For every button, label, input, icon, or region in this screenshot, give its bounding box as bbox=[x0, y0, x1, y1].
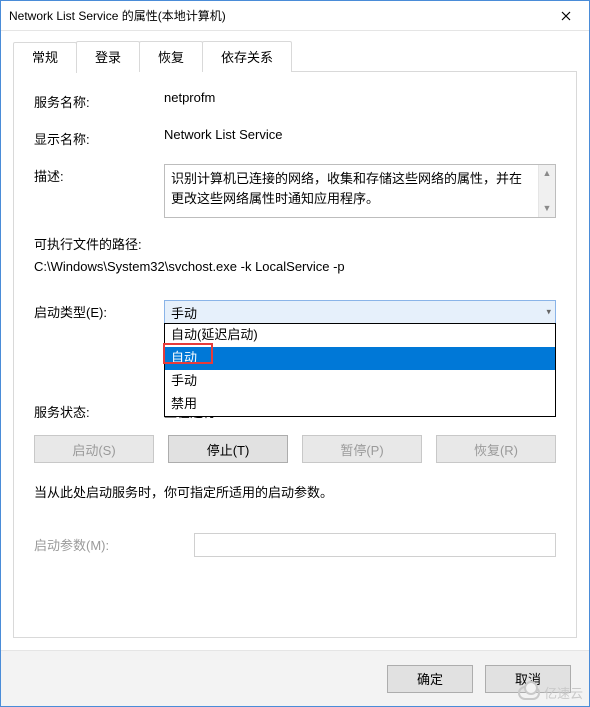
description-scrollbar[interactable]: ▲ ▼ bbox=[538, 165, 555, 217]
startup-type-combobox[interactable]: 手动 ▾ bbox=[164, 300, 556, 324]
start-button: 启动(S) bbox=[34, 435, 154, 463]
description-text: 识别计算机已连接的网络，收集和存储这些网络的属性，并在更改这些网络属性时通知应用… bbox=[171, 169, 549, 208]
properties-dialog: Network List Service 的属性(本地计算机) 常规 登录 恢复… bbox=[0, 0, 590, 707]
start-params-input bbox=[194, 533, 556, 557]
label-service-name: 服务名称: bbox=[34, 90, 164, 111]
option-auto[interactable]: 自动 bbox=[165, 347, 555, 370]
dialog-footer: 确定 取消 亿速云 bbox=[1, 650, 589, 706]
option-auto-delayed[interactable]: 自动(延迟启动) bbox=[165, 324, 555, 347]
value-exec-path: C:\Windows\System32\svchost.exe -k Local… bbox=[34, 256, 556, 278]
description-textbox[interactable]: 识别计算机已连接的网络，收集和存储这些网络的属性，并在更改这些网络属性时通知应用… bbox=[164, 164, 556, 218]
scroll-up-icon[interactable]: ▲ bbox=[539, 165, 555, 182]
tab-panel-general: 服务名称: netprofm 显示名称: Network List Servic… bbox=[13, 71, 577, 638]
scroll-down-icon[interactable]: ▼ bbox=[539, 200, 555, 217]
ok-button[interactable]: 确定 bbox=[387, 665, 473, 693]
startup-type-dropdown: 自动(延迟启动) 自动 手动 禁用 bbox=[164, 323, 556, 416]
startup-param-hint: 当从此处启动服务时，你可指定所适用的启动参数。 bbox=[34, 483, 556, 503]
value-service-name: netprofm bbox=[164, 90, 556, 105]
service-action-buttons: 启动(S) 停止(T) 暂停(P) 恢复(R) bbox=[34, 435, 556, 463]
label-exec-path: 可执行文件的路径: bbox=[34, 234, 556, 256]
option-manual[interactable]: 手动 bbox=[165, 370, 555, 393]
label-service-status: 服务状态: bbox=[34, 402, 164, 421]
watermark: 亿速云 bbox=[518, 683, 583, 702]
tab-strip: 常规 登录 恢复 依存关系 bbox=[13, 41, 577, 72]
label-startup-type: 启动类型(E): bbox=[34, 300, 164, 321]
tab-dependencies[interactable]: 依存关系 bbox=[202, 41, 292, 72]
tab-general[interactable]: 常规 bbox=[13, 42, 77, 73]
close-icon bbox=[561, 11, 571, 21]
label-start-params: 启动参数(M): bbox=[34, 535, 194, 554]
tab-logon[interactable]: 登录 bbox=[76, 41, 140, 72]
pause-button: 暂停(P) bbox=[302, 435, 422, 463]
tab-recovery[interactable]: 恢复 bbox=[139, 41, 203, 72]
label-display-name: 显示名称: bbox=[34, 127, 164, 148]
stop-button[interactable]: 停止(T) bbox=[168, 435, 288, 463]
titlebar: Network List Service 的属性(本地计算机) bbox=[1, 1, 589, 31]
cloud-icon bbox=[518, 686, 540, 700]
window-title: Network List Service 的属性(本地计算机) bbox=[9, 7, 543, 24]
chevron-down-icon: ▾ bbox=[546, 307, 551, 318]
startup-type-selected: 手动 bbox=[171, 303, 197, 322]
label-description: 描述: bbox=[34, 164, 164, 185]
option-disabled[interactable]: 禁用 bbox=[165, 393, 555, 416]
dialog-body: 常规 登录 恢复 依存关系 服务名称: netprofm 显示名称: Netwo… bbox=[1, 31, 589, 650]
close-button[interactable] bbox=[543, 1, 589, 31]
resume-button: 恢复(R) bbox=[436, 435, 556, 463]
value-display-name: Network List Service bbox=[164, 127, 556, 142]
watermark-text: 亿速云 bbox=[544, 683, 583, 702]
